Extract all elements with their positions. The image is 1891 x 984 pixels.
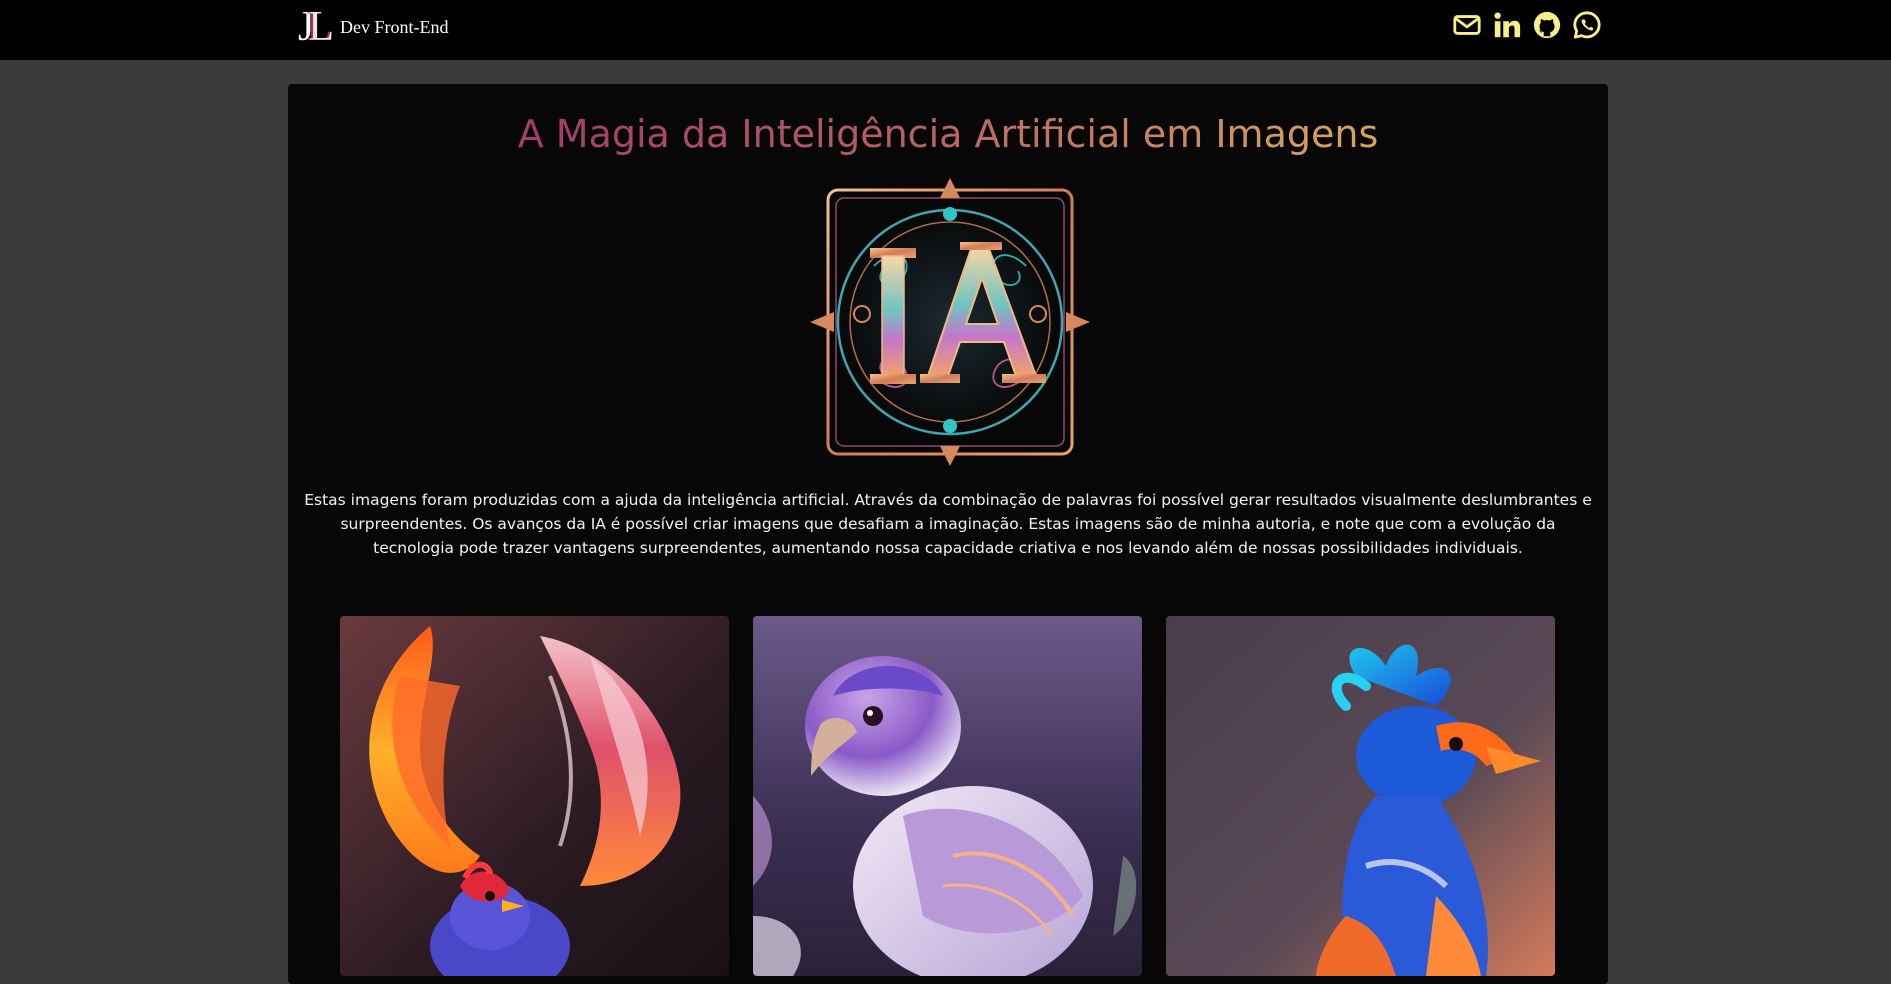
social-links — [1452, 10, 1602, 40]
intro-paragraph: Estas imagens foram produzidas com a aju… — [304, 491, 1592, 557]
brand[interactable]: JL Dev Front-End — [298, 2, 449, 52]
whatsapp-link[interactable] — [1572, 10, 1602, 40]
github-icon — [1533, 11, 1561, 39]
top-navbar: JL Dev Front-End — [0, 0, 1891, 60]
gallery-item-phoenix[interactable] — [340, 616, 729, 976]
email-link[interactable] — [1452, 10, 1482, 40]
blue-crested-bird-image — [1166, 616, 1555, 976]
gallery-item-blue-bird[interactable] — [1166, 616, 1555, 976]
content-card: A Magia da Inteligência Artificial em Im… — [288, 84, 1608, 984]
image-gallery — [340, 616, 1556, 976]
page-title: A Magia da Inteligência Artificial em Im… — [288, 108, 1608, 161]
ia-emblem-image — [804, 176, 1096, 468]
brand-logo[interactable]: JL — [298, 6, 334, 48]
gallery-item-lilac-bird[interactable] — [753, 616, 1142, 976]
envelope-icon — [1453, 15, 1481, 35]
linkedin-icon — [1494, 12, 1521, 38]
brand-label: Dev Front-End — [340, 16, 449, 37]
github-link[interactable] — [1532, 10, 1562, 40]
logo-letter-j: J — [298, 4, 315, 50]
linkedin-link[interactable] — [1492, 10, 1522, 40]
lilac-bird-image — [753, 616, 1142, 976]
whatsapp-icon — [1573, 11, 1601, 39]
phoenix-bird-image — [340, 616, 729, 976]
logo-letter-l: L — [308, 4, 334, 50]
